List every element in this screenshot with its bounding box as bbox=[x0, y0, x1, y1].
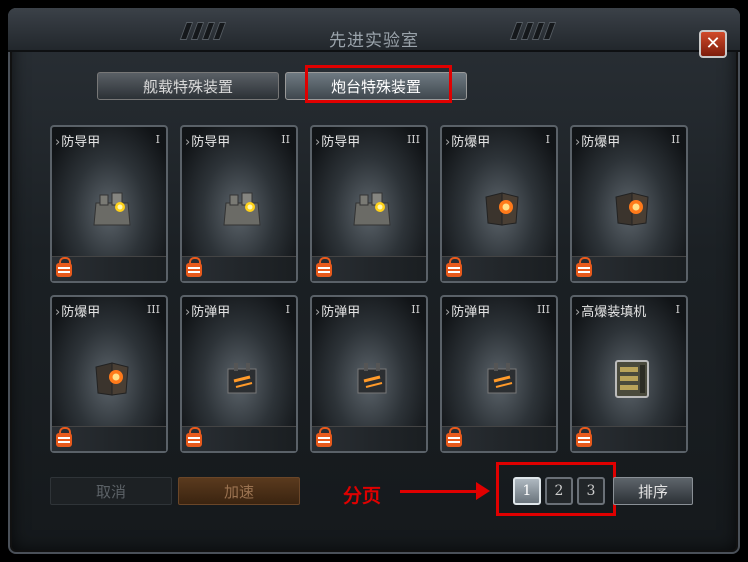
device-level: III bbox=[406, 133, 420, 146]
loader-icon bbox=[610, 359, 654, 399]
device-level: II bbox=[281, 133, 290, 146]
cancel-button[interactable]: 取消 bbox=[50, 477, 172, 505]
speedup-button[interactable]: 加速 bbox=[178, 477, 300, 505]
page-button-1[interactable]: 1 bbox=[513, 477, 541, 505]
device-card[interactable]: 防弹甲 I bbox=[180, 295, 298, 453]
armor-tower-icon bbox=[350, 189, 394, 229]
device-name: 防弹甲 bbox=[445, 301, 490, 320]
device-level: I bbox=[545, 133, 550, 146]
card-footer bbox=[312, 256, 426, 281]
card-footer bbox=[312, 426, 426, 451]
annotation-label: 分页 bbox=[343, 485, 382, 507]
annotation-highlight-tab bbox=[305, 65, 452, 103]
lock-icon bbox=[576, 427, 592, 447]
blast-armor-icon bbox=[610, 189, 654, 229]
card-footer bbox=[572, 256, 686, 281]
lock-icon bbox=[186, 257, 202, 277]
sort-button[interactable]: 排序 bbox=[613, 477, 693, 505]
device-level: I bbox=[285, 303, 290, 316]
device-card[interactable]: 防导甲 III bbox=[310, 125, 428, 283]
device-name: 防导甲 bbox=[315, 131, 360, 150]
device-name: 防导甲 bbox=[55, 131, 100, 150]
bullet-armor-icon bbox=[480, 359, 524, 399]
device-card[interactable]: 防导甲 I bbox=[50, 125, 168, 283]
card-footer bbox=[182, 256, 296, 281]
page-button-3[interactable]: 3 bbox=[577, 477, 605, 505]
device-level: I bbox=[155, 133, 160, 146]
device-card[interactable]: 防爆甲 I bbox=[440, 125, 558, 283]
lock-icon bbox=[316, 427, 332, 447]
lock-icon bbox=[186, 427, 202, 447]
blast-armor-icon bbox=[480, 189, 524, 229]
card-footer bbox=[182, 426, 296, 451]
bullet-armor-icon bbox=[350, 359, 394, 399]
device-name: 高爆装填机 bbox=[575, 301, 646, 320]
card-footer bbox=[52, 426, 166, 451]
window-title: 先进实验室 bbox=[329, 31, 419, 51]
title-bar: 先进实验室 bbox=[8, 8, 740, 52]
lock-icon bbox=[576, 257, 592, 277]
lock-icon bbox=[446, 427, 462, 447]
lock-icon bbox=[56, 257, 72, 277]
lock-icon bbox=[316, 257, 332, 277]
close-button[interactable]: ✕ bbox=[699, 30, 727, 58]
device-card[interactable]: 防导甲 II bbox=[180, 125, 298, 283]
device-level: II bbox=[411, 303, 420, 316]
device-card[interactable]: 防弹甲 II bbox=[310, 295, 428, 453]
armor-tower-icon bbox=[220, 189, 264, 229]
blast-armor-icon bbox=[90, 359, 134, 399]
armor-tower-icon bbox=[90, 189, 134, 229]
device-name: 防弹甲 bbox=[185, 301, 230, 320]
device-level: II bbox=[671, 133, 680, 146]
device-level: III bbox=[536, 303, 550, 316]
device-card[interactable]: 防爆甲 II bbox=[570, 125, 688, 283]
card-footer bbox=[52, 256, 166, 281]
device-level: III bbox=[146, 303, 160, 316]
device-name: 防爆甲 bbox=[575, 131, 620, 150]
annotation-arrow bbox=[400, 482, 490, 500]
page-button-2[interactable]: 2 bbox=[545, 477, 573, 505]
device-card[interactable]: 高爆装填机 I bbox=[570, 295, 688, 453]
card-footer bbox=[442, 256, 556, 281]
bullet-armor-icon bbox=[220, 359, 264, 399]
card-footer bbox=[442, 426, 556, 451]
tab-ship-devices[interactable]: 舰载特殊装置 bbox=[97, 72, 279, 100]
device-level: I bbox=[675, 303, 680, 316]
device-name: 防弹甲 bbox=[315, 301, 360, 320]
lock-icon bbox=[446, 257, 462, 277]
device-card[interactable]: 防爆甲 III bbox=[50, 295, 168, 453]
card-footer bbox=[572, 426, 686, 451]
device-name: 防导甲 bbox=[185, 131, 230, 150]
device-name: 防爆甲 bbox=[445, 131, 490, 150]
device-name: 防爆甲 bbox=[55, 301, 100, 320]
device-card[interactable]: 防弹甲 III bbox=[440, 295, 558, 453]
lock-icon bbox=[56, 427, 72, 447]
